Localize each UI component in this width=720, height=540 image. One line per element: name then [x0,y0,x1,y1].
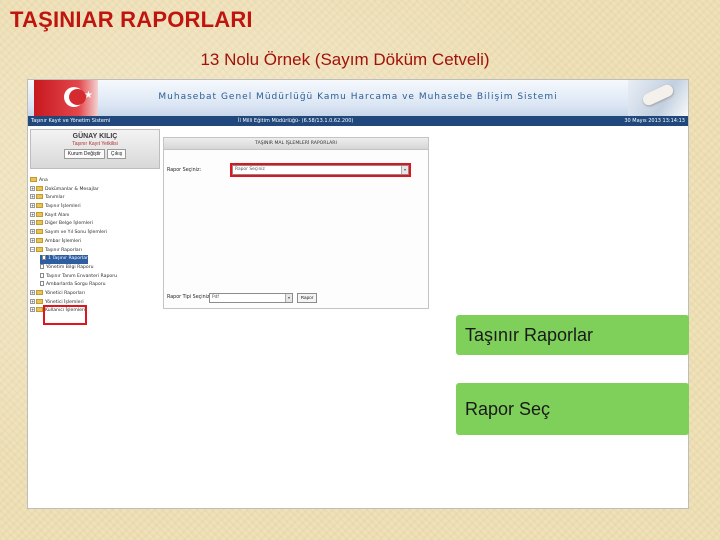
expand-icon[interactable]: + [30,211,35,217]
folder-icon [30,177,37,182]
change-institution-button[interactable]: Kurum Değiştir [63,149,105,159]
tree-root[interactable]: Ana [30,177,160,186]
folder-icon [36,298,43,304]
collapse-icon[interactable]: − [30,246,35,252]
tree-item[interactable]: + Yönetici Raporları [30,289,160,299]
tree-item[interactable]: Taşınır Tanım Envanteri Raporu [30,272,160,282]
banner-title: Muhasebat Genel Müdürlüğü Kamu Harcama v… [158,92,558,102]
report-type-select[interactable]: Pdf ▾ [209,293,293,303]
expand-icon[interactable]: + [30,298,35,304]
folder-icon [36,229,43,235]
folder-icon [36,246,43,252]
report-button[interactable]: Rapor [297,293,317,303]
document-icon [40,263,44,269]
folder-icon [36,194,43,200]
slide-title: TAŞINIAR RAPORLARI [10,7,253,32]
user-box: GÜNAY KILIÇ Taşınır Kayıt Yetkilisi Kuru… [30,129,160,169]
panel-title: TAŞINIR MAL İŞLEMLERİ RAPORLARI [164,138,428,150]
tree-item-selected-report[interactable]: 1 Taşınır Raporları [40,255,89,264]
select-highlight-box [230,163,411,177]
tree-item[interactable]: + Diğer Belge İşlemleri [30,220,160,229]
document-icon [40,272,44,278]
folder-icon [36,289,43,295]
institution-info: İl Milli Eğitim Müdürlüğü- (6.58/13.1.0.… [238,118,354,124]
report-type-label: Rapor Tipi Seçiniz: [167,295,212,300]
folder-icon [36,220,43,226]
folder-icon [36,185,43,191]
tree-item-tasinir-raporlari[interactable]: − Taşınır Raporları [30,246,160,256]
tree-item[interactable]: + Dokümanlar & Mesajlar [30,185,160,195]
expand-icon[interactable]: + [30,220,35,226]
expand-icon[interactable]: + [30,229,35,235]
sidebar: GÜNAY KILIÇ Taşınır Kayıt Yetkilisi Kuru… [30,129,160,507]
expand-icon[interactable]: + [30,203,35,209]
report-panel: TAŞINIR MAL İŞLEMLERİ RAPORLARI Rapor Se… [163,137,429,309]
expand-icon[interactable]: + [30,185,35,191]
application-screenshot: ★ Muhasebat Genel Müdürlüğü Kamu Harcama… [27,79,689,509]
expand-icon[interactable]: + [30,289,35,295]
document-icon [40,281,44,287]
document-icon [42,255,46,261]
report-select-label: Rapor Seçiniz: [167,168,202,173]
tree-item[interactable]: + Kayıt Alanı [30,211,160,221]
chevron-down-icon: ▾ [285,294,292,302]
tree-item[interactable]: + Sayım ve Yıl Sonu İşlemleri [30,229,160,238]
handshake-image [628,80,688,116]
tree-item[interactable]: + Tanımlar [30,194,160,203]
user-role: Taşınır Kayıt Yetkilisi [72,141,118,147]
slide-subtitle: 13 Nolu Örnek (Sayım Döküm Cetveli) [200,50,490,69]
folder-icon [36,211,43,217]
info-bar: Taşınır Kayıt ve Yönetim Sistemi İl Mill… [28,116,688,126]
tree-highlight-box [43,305,87,325]
user-name: GÜNAY KILIÇ [72,133,118,140]
expand-icon[interactable]: + [30,307,35,313]
callout-rapor-sec: Rapor Seç [456,383,689,435]
folder-icon [36,203,43,209]
tree-item[interactable]: Ambarlarda Sorgu Raporu [30,281,160,290]
app-banner: ★ Muhasebat Genel Müdürlüğü Kamu Harcama… [28,80,688,116]
datetime: 30 Mayıs 2013 13:14:13 [624,118,685,124]
folder-icon [36,237,43,243]
tree-item[interactable]: + Ambar İşlemleri [30,237,160,247]
expand-icon[interactable]: + [30,237,35,243]
logout-button[interactable]: Çıkış [106,149,127,159]
system-name: Taşınır Kayıt ve Yönetim Sistemi [31,118,111,124]
expand-icon[interactable]: + [30,194,35,200]
tree-item[interactable]: + Taşınır İşlemleri [30,203,160,212]
tree-item[interactable]: Yönetim Bilgi Raporu [30,263,160,273]
menu-tree: Ana + Dokümanlar & Mesajlar + Tanımlar + Ta… [30,177,160,316]
folder-icon [36,307,43,313]
callout-tasinir-raporlar: Taşınır Raporlar [456,315,689,355]
